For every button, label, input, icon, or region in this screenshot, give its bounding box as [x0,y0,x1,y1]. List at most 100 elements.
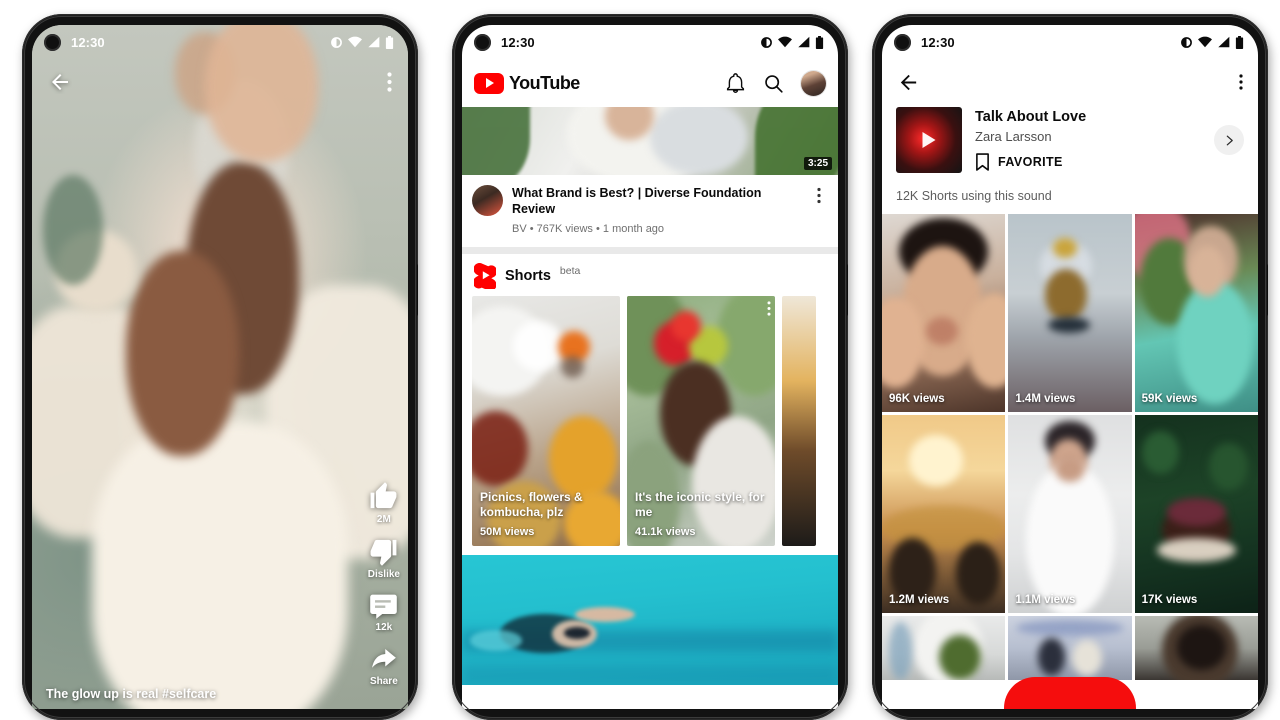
shorts-carousel[interactable]: Picnics, flowers & kombucha, plz 50M vie… [462,295,838,546]
battery-icon [815,35,824,49]
video-title[interactable]: What Brand is Best? | Diverse Foundation… [512,185,801,218]
phone1-screen: 12:30 2M Dislike 12k Share The glow up i… [32,25,408,709]
video-subtitle: BV • 767K views • 1 month ago [512,222,665,235]
grid-item[interactable]: 96K views [882,214,1006,412]
section-divider [462,246,838,254]
grid-item-views: 1.2M views [889,594,950,606]
phone3-app-bar [882,59,1258,105]
shorts-beta-badge: beta [559,264,581,277]
camera-punch-hole [474,33,491,51]
notifications-bell-icon[interactable] [725,72,746,94]
shorts-logo-icon [474,262,496,289]
battery-icon [1235,35,1244,49]
status-icons [1180,35,1244,49]
wifi-icon [348,36,362,48]
shorts-shelf-title: Shorts [505,267,551,284]
camera-punch-hole [44,33,61,51]
channel-avatar[interactable] [472,185,503,216]
phone1-app-bar [32,59,408,105]
sound-header: Talk About Love Zara Larsson FAVORITE [882,105,1258,173]
youtube-play-icon [474,72,504,94]
next-video-thumbnail[interactable] [462,554,838,685]
screenshot-stage: 12:30 2M Dislike 12k Share The glow up i… [0,0,1280,720]
comment-icon [370,594,398,619]
sound-detail-chevron[interactable] [1214,125,1244,155]
sound-info: Talk About Love Zara Larsson FAVORITE [975,109,1201,172]
sound-artwork[interactable] [896,107,962,173]
shorts-grid: 96K views 1.4M views 59K views 1.2M view… [882,214,1258,680]
shorts-shelf-header: Shorts beta [462,253,838,296]
search-icon[interactable] [763,73,784,94]
video-age: 1 month ago [602,222,665,235]
grid-item-views: 1.1M views [1015,594,1076,606]
short-card[interactable] [782,295,816,546]
short-card[interactable]: Picnics, flowers & kombucha, plz 50M vie… [472,295,620,546]
like-count: 2M [376,514,391,525]
status-icons [330,35,394,49]
phone2-side-button [847,264,848,316]
battery-icon [385,35,394,49]
status-time: 12:30 [71,34,105,50]
phone1-side-button [417,264,418,316]
more-vertical-icon[interactable] [1239,73,1243,91]
featured-video-thumbnail[interactable]: 3:25 [462,107,838,175]
back-arrow-icon[interactable] [897,71,920,94]
grid-item[interactable]: 59K views [1134,214,1258,412]
youtube-wordmark: YouTube [509,72,580,93]
phone-mockup-sound-page: 12:30 Talk About Love Zara Larsson FAVOR… [872,14,1268,720]
grid-item-views: 59K views [1141,393,1198,405]
cellular-icon [368,36,380,48]
short-card-views: 50M views [480,525,535,538]
phone-mockup-shorts-player: 12:30 2M Dislike 12k Share The glow up i… [22,14,418,720]
channel-name: BV [512,222,527,235]
more-vertical-icon[interactable] [767,300,771,316]
wifi-icon [778,36,792,48]
cellular-icon [798,36,810,48]
status-time: 12:30 [921,34,955,50]
featured-video-meta: What Brand is Best? | Diverse Foundation… [462,175,838,247]
shorts-video-background [32,25,408,709]
grid-item[interactable] [1134,616,1258,680]
dnd-icon [331,36,342,48]
youtube-app-bar: YouTube [462,59,838,107]
grid-item[interactable]: 1.2M views [882,415,1006,613]
thumbs-down-icon [370,539,397,566]
grid-item-views: 96K views [889,393,945,405]
status-icons [760,35,824,49]
phone3-side-button [1267,264,1268,316]
grid-item[interactable]: 17K views [1134,415,1258,613]
grid-item[interactable] [1008,616,1132,680]
share-label: Share [369,676,398,687]
account-avatar[interactable] [801,70,826,96]
youtube-logo[interactable]: YouTube [474,72,580,94]
dislike-button[interactable]: Dislike [368,536,400,580]
create-short-fab[interactable] [1004,677,1136,709]
bookmark-icon [976,152,989,171]
cellular-icon [1218,36,1230,48]
share-icon [372,649,396,668]
more-vertical-icon[interactable] [387,72,392,92]
sound-artist: Zara Larsson [975,128,1052,144]
shorts-caption: The glow up is real #selfcare [46,687,217,702]
comment-count: 12k [375,622,393,633]
video-menu-button[interactable] [810,185,828,235]
video-duration-badge: 3:25 [803,157,832,170]
comment-button[interactable]: 12k [369,591,398,633]
like-button[interactable]: 2M [368,481,399,525]
phone2-screen: 12:30 YouTube 3:25 What Brand is Best? |… [462,25,838,709]
short-card[interactable]: It's the iconic style, for me 41.1k view… [627,295,775,546]
favorite-button[interactable]: FAVORITE [975,152,1201,172]
thumbs-up-icon [370,482,397,509]
dnd-icon [1181,36,1192,48]
play-icon [922,132,936,148]
grid-item[interactable]: 1.1M views [1008,415,1132,613]
wifi-icon [1198,36,1212,48]
back-arrow-icon[interactable] [48,70,72,94]
video-text-block: What Brand is Best? | Diverse Foundation… [512,185,801,235]
grid-item[interactable] [882,616,1006,680]
share-button[interactable]: Share [369,644,399,687]
more-vertical-icon [817,187,821,204]
dnd-icon [761,36,772,48]
short-card-caption: It's the iconic style, for me [635,489,765,519]
grid-item[interactable]: 1.4M views [1008,214,1132,412]
